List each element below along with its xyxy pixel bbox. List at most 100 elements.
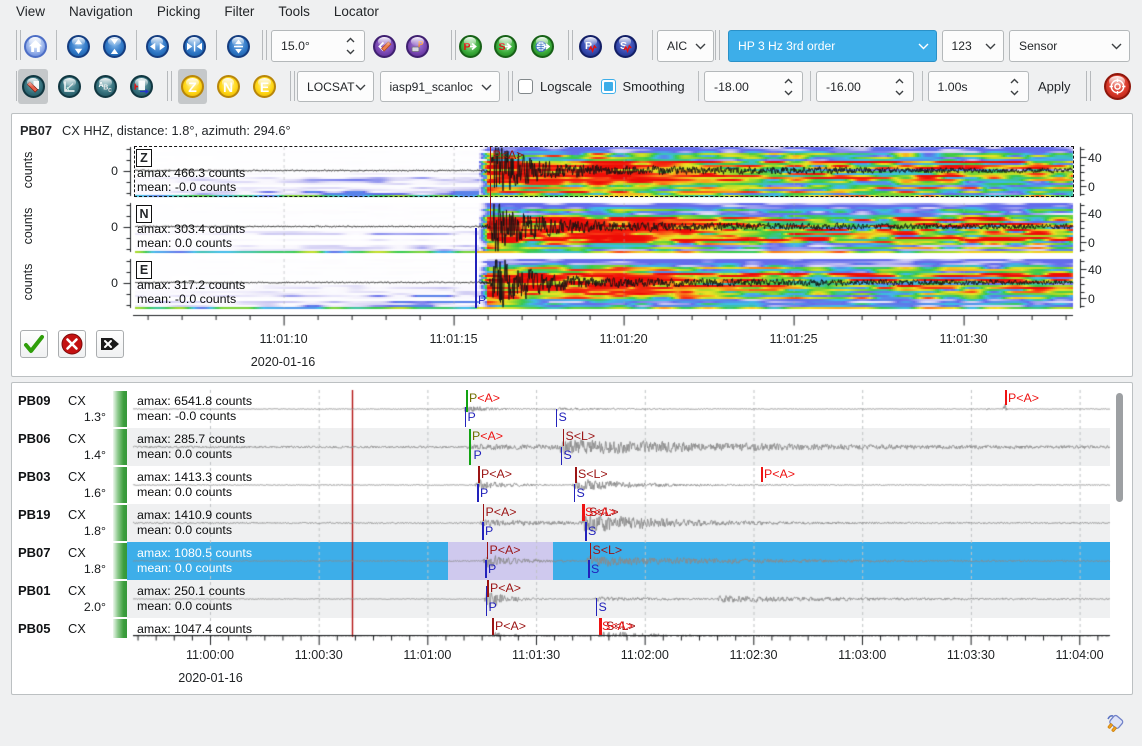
station-code[interactable]: PB03 — [18, 469, 51, 484]
locator-value: LOCSAT — [298, 80, 355, 94]
station-code[interactable]: PB05 — [18, 621, 51, 636]
zoom-vertical-out-button[interactable] — [67, 35, 90, 58]
default-view-button[interactable] — [24, 35, 47, 58]
measure-distance-button[interactable] — [130, 75, 153, 98]
station-code[interactable]: PB07 — [18, 545, 51, 560]
component-n-button[interactable]: N — [217, 75, 240, 98]
toolbar-separator — [136, 30, 137, 60]
pick-algorithm-combobox[interactable]: AIC — [657, 30, 714, 62]
filter-combobox[interactable]: HP 3 Hz 3rd order — [728, 30, 937, 62]
picker-settings-button[interactable]: P — [406, 35, 429, 58]
toolbar-handle[interactable] — [512, 71, 513, 101]
component-e-button[interactable]: E — [253, 75, 276, 98]
spin-arrows[interactable] — [346, 37, 355, 55]
pick-p-letter: P — [585, 40, 592, 52]
menu-navigation[interactable]: Navigation — [69, 4, 133, 19]
spectrogram-max-value: -16.00 — [817, 80, 861, 94]
measure-amplitudes-button[interactable] — [22, 75, 45, 98]
toolbar-handle[interactable] — [715, 30, 716, 60]
spin-up-icon — [784, 78, 793, 84]
toolbar-handle[interactable] — [20, 30, 21, 60]
frequency-0-label: 0 — [1088, 236, 1095, 250]
toolbar-handle[interactable] — [16, 71, 17, 101]
velocity-profile-combobox[interactable]: iasp91_scanloc — [380, 71, 500, 102]
station-code[interactable]: PB09 — [18, 393, 51, 408]
spectrogram-max-spinbox[interactable]: -16.00 — [816, 71, 914, 102]
rotate-components-button[interactable] — [373, 35, 396, 58]
component-z-button[interactable]: Z — [181, 75, 204, 98]
frequency-0-label: 0 — [1088, 292, 1095, 306]
toolbar-handle[interactable] — [455, 30, 456, 60]
rotation-angle-spinbox[interactable]: 15.0° — [271, 30, 365, 62]
time-tick-label: 11:03:00 — [838, 648, 886, 662]
annotate-button[interactable]: A B c — [94, 75, 117, 98]
locator-combobox[interactable]: LOCSAT — [297, 71, 374, 102]
filter-preset-combobox[interactable]: 123 — [942, 30, 1004, 62]
amplitude-zero-label: 0 — [98, 220, 118, 234]
station-distance: 1.6° — [66, 486, 106, 500]
toolbar-handle[interactable] — [1090, 71, 1091, 101]
spin-arrows[interactable] — [1010, 78, 1019, 96]
phase-label: P<A> — [486, 505, 517, 519]
menu-view[interactable]: View — [16, 4, 45, 19]
zoom-vertical-in-button[interactable] — [103, 35, 126, 58]
apply-button[interactable]: Apply — [1038, 79, 1071, 94]
station-list-scrollbar[interactable] — [1116, 393, 1123, 502]
toolbar-separator — [922, 71, 923, 101]
time-tick-label: 11:00:00 — [186, 648, 234, 662]
smoothing-label: Smoothing — [623, 79, 685, 94]
logscale-checkbox[interactable] — [518, 79, 533, 94]
station-list-panel: PB09CX1.3°amax: 6541.8 countsmean: -0.0 … — [11, 382, 1133, 695]
spectrogram-min-spinbox[interactable]: -18.00 — [704, 71, 803, 102]
phase-label: S<L> — [578, 467, 608, 481]
settings-p-letter: P — [418, 40, 424, 49]
angle-icon — [62, 79, 77, 94]
toolbar-handle[interactable] — [508, 71, 509, 101]
toolbar-handle[interactable] — [290, 71, 291, 101]
spin-arrows[interactable] — [784, 78, 793, 96]
toolbar-handle[interactable] — [171, 71, 172, 101]
toolbar-handle[interactable] — [16, 30, 17, 60]
toolbar-separator — [810, 71, 811, 101]
time-window-spinbox[interactable]: 1.00s — [928, 71, 1029, 102]
station-code[interactable]: PB19 — [18, 507, 51, 522]
toolbar-handle[interactable] — [1086, 71, 1087, 101]
toolbar-handle[interactable] — [451, 30, 452, 60]
toolbar-handle[interactable] — [294, 71, 295, 101]
component-code-box: N — [136, 205, 152, 223]
toolbar-handle[interactable] — [167, 71, 168, 101]
reset-amplitude-zoom-button[interactable] — [227, 35, 250, 58]
station-network: CX — [68, 431, 86, 446]
home-icon — [28, 39, 43, 54]
toolbar-handle[interactable] — [266, 30, 267, 60]
picker-date-label: 2020-01-16 — [251, 355, 315, 369]
rotation-angle-value: 15.0° — [272, 39, 310, 53]
toolbar-handle[interactable] — [719, 30, 720, 60]
zoom-horizontal-in-button[interactable] — [183, 35, 206, 58]
menu-filter[interactable]: Filter — [224, 4, 254, 19]
toolbar-handle[interactable] — [568, 30, 569, 60]
smoothing-checkbox[interactable] — [601, 79, 616, 94]
amplitude-source-combobox[interactable]: Sensor — [1009, 30, 1130, 62]
menu-locator[interactable]: Locator — [334, 4, 379, 19]
menu-picking[interactable]: Picking — [157, 4, 201, 19]
zoom-horizontal-out-button[interactable] — [146, 35, 169, 58]
amplitude-axis-label: counts — [21, 262, 35, 302]
goto-origin-time-button[interactable] — [531, 35, 554, 58]
spin-arrows[interactable] — [895, 78, 904, 96]
chevron-down-icon — [985, 43, 996, 50]
menu-tools[interactable]: Tools — [278, 4, 310, 19]
toolbar-handle[interactable] — [572, 30, 573, 60]
frequency-40-label: 40 — [1088, 263, 1102, 277]
station-code[interactable]: PB01 — [18, 583, 51, 598]
station-amax-label: amax: 1410.9 countsmean: 0.0 counts — [137, 509, 252, 537]
goto-next-p-button[interactable]: P — [459, 35, 482, 58]
station-code[interactable]: PB06 — [18, 431, 51, 446]
toolbar-handle[interactable] — [262, 30, 263, 60]
pick-p-phase-button[interactable]: P — [579, 35, 602, 58]
pick-s-phase-button[interactable]: S — [614, 35, 637, 58]
relocate-button[interactable] — [1104, 73, 1131, 100]
goto-next-s-button[interactable]: S — [494, 35, 517, 58]
phase-label: S — [577, 486, 585, 500]
measure-angle-button[interactable] — [58, 75, 81, 98]
